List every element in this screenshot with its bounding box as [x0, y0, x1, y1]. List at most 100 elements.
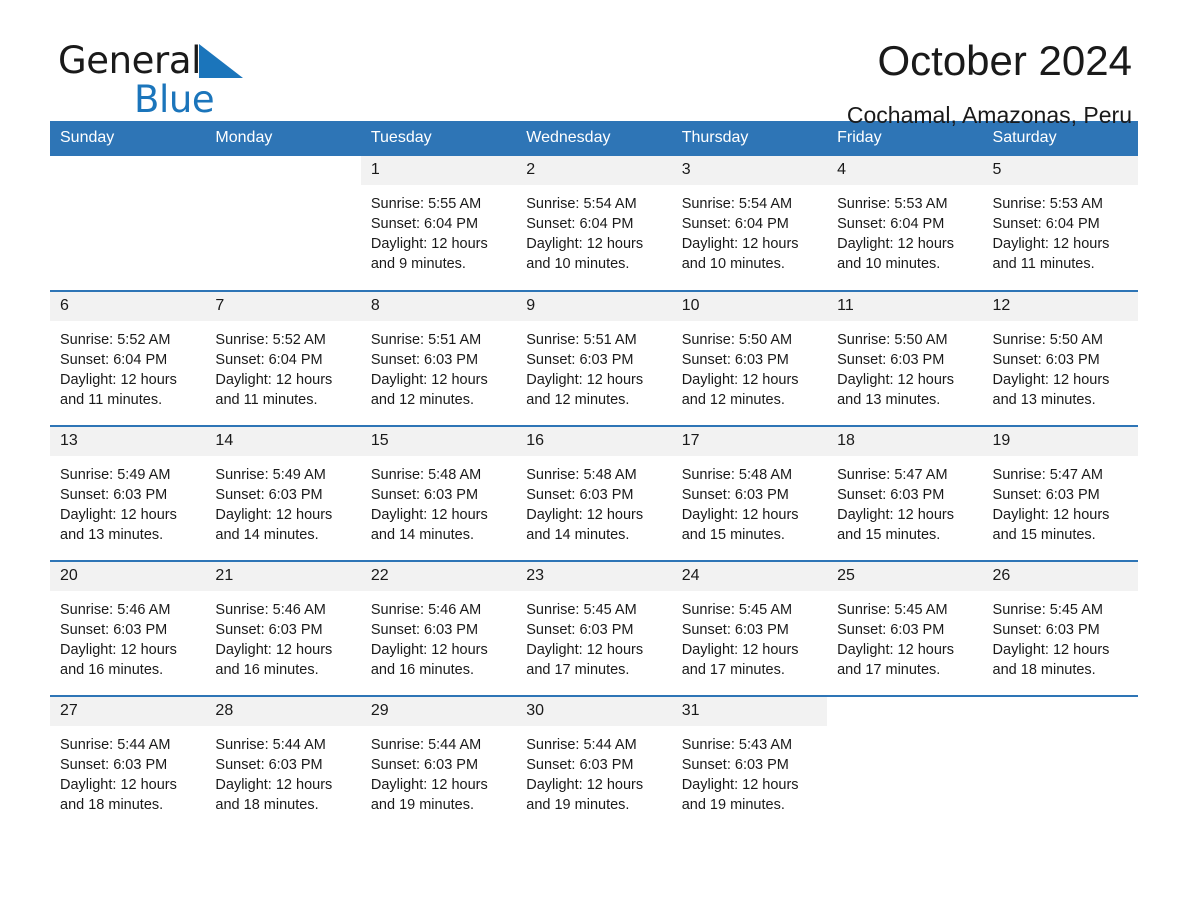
calendar-day-cell	[982, 695, 1138, 831]
calendar-day-cell[interactable]: 4 Sunrise: 5:53 AM Sunset: 6:04 PM Daylight…	[827, 156, 983, 291]
calendar-day-cell[interactable]: 7 Sunrise: 5:52 AM Sunset: 6:04 PM Daylight…	[205, 290, 361, 426]
weekday-header-thursday: Thursday	[671, 121, 828, 156]
calendar-day-cell[interactable]: 28 Sunrise: 5:44 AM Sunset: 6:03 PM Dayligh…	[205, 695, 361, 831]
calendar-day-cell[interactable]: 10 Sunrise: 5:50 AM Sunset: 6:03 PM Dayligh…	[671, 290, 828, 426]
calendar-day-cell[interactable]: 6 Sunrise: 5:52 AM Sunset: 6:04 PM Daylight…	[50, 290, 206, 426]
day-number	[50, 156, 205, 185]
daylight-text: Daylight: 12 hours	[837, 236, 954, 252]
daylight-text-cont: and 15 minutes.	[837, 527, 941, 543]
day-number	[205, 156, 360, 185]
sunrise-text: Sunrise: 5:50 AM	[837, 332, 948, 348]
calendar-day-cell[interactable]: 1 Sunrise: 5:55 AM Sunset: 6:04 PM Daylight…	[360, 156, 517, 291]
day-number: 4	[827, 156, 983, 185]
calendar-day-cell[interactable]: 21 Sunrise: 5:46 AM Sunset: 6:03 PM Dayligh…	[205, 560, 361, 696]
day-cell-content: 25 Sunrise: 5:45 AM Sunset: 6:03 PM Dayligh…	[827, 562, 983, 695]
brand-name-general: General	[58, 39, 244, 84]
sunset-text: Sunset: 6:03 PM	[681, 352, 789, 368]
day-cell-content: 29 Sunrise: 5:44 AM Sunset: 6:03 PM Dayligh…	[360, 697, 517, 831]
day-sun-info: Sunrise: 5:45 AM Sunset: 6:03 PM Daylight:…	[827, 591, 982, 680]
sunset-text: Sunset: 6:03 PM	[992, 352, 1100, 368]
day-cell-content: 23 Sunrise: 5:45 AM Sunset: 6:03 PM Dayligh…	[516, 562, 672, 695]
calendar-day-cell[interactable]: 5 Sunrise: 5:53 AM Sunset: 6:04 PM Daylight…	[982, 156, 1138, 291]
daylight-text: Daylight: 12 hours	[526, 372, 644, 388]
brand-general-text: General	[58, 39, 202, 82]
sunrise-text: Sunrise: 5:44 AM	[370, 737, 482, 753]
calendar-day-cell[interactable]: 17 Sunrise: 5:48 AM Sunset: 6:03 PM Dayligh…	[671, 425, 828, 561]
calendar-day-cell[interactable]: 23 Sunrise: 5:45 AM Sunset: 6:03 PM Dayligh…	[516, 560, 672, 696]
daylight-text: Daylight: 12 hours	[681, 777, 799, 793]
calendar-day-cell[interactable]: 16 Sunrise: 5:48 AM Sunset: 6:03 PM Dayligh…	[516, 425, 672, 561]
sunset-text: Sunset: 6:03 PM	[370, 757, 479, 773]
day-sun-info: Sunrise: 5:54 AM Sunset: 6:04 PM Daylight:…	[516, 185, 671, 274]
daylight-text: Daylight: 12 hours	[60, 642, 177, 658]
sunrise-text: Sunrise: 5:46 AM	[215, 602, 326, 618]
calendar-day-cell[interactable]: 2 Sunrise: 5:54 AM Sunset: 6:04 PM Daylight…	[516, 156, 672, 291]
calendar-day-cell[interactable]: 13 Sunrise: 5:49 AM Sunset: 6:03 PM Dayligh…	[50, 425, 206, 561]
day-sun-info: Sunrise: 5:45 AM Sunset: 6:03 PM Daylight:…	[983, 591, 1138, 680]
day-cell-content: 17 Sunrise: 5:48 AM Sunset: 6:03 PM Dayligh…	[671, 427, 828, 560]
sunset-text: Sunset: 6:03 PM	[526, 487, 634, 503]
calendar-day-cell	[50, 156, 205, 291]
day-cell-content: 8 Sunrise: 5:51 AM Sunset: 6:03 PM Daylight…	[360, 292, 517, 425]
sunset-text: Sunset: 6:03 PM	[60, 487, 168, 503]
sunrise-text: Sunrise: 5:43 AM	[681, 737, 793, 753]
day-cell-content: 16 Sunrise: 5:48 AM Sunset: 6:03 PM Dayligh…	[516, 427, 672, 560]
calendar-day-cell[interactable]: 11 Sunrise: 5:50 AM Sunset: 6:03 PM Dayligh…	[827, 290, 983, 426]
calendar-day-cell	[827, 695, 983, 831]
sunrise-text: Sunrise: 5:50 AM	[681, 332, 793, 348]
calendar-day-cell[interactable]: 31 Sunrise: 5:43 AM Sunset: 6:03 PM Dayligh…	[671, 695, 828, 831]
daylight-text-cont: and 11 minutes.	[992, 256, 1095, 272]
calendar-day-cell[interactable]: 18 Sunrise: 5:47 AM Sunset: 6:03 PM Dayligh…	[827, 425, 983, 561]
brand-logo[interactable]: General Blue	[58, 39, 244, 118]
day-number: 27	[50, 697, 206, 726]
calendar-day-cell[interactable]: 8 Sunrise: 5:51 AM Sunset: 6:03 PM Daylight…	[360, 290, 517, 426]
calendar-day-cell[interactable]: 20 Sunrise: 5:46 AM Sunset: 6:03 PM Dayligh…	[50, 560, 206, 696]
sunrise-text: Sunrise: 5:47 AM	[992, 467, 1103, 483]
calendar-day-cell[interactable]: 9 Sunrise: 5:51 AM Sunset: 6:03 PM Daylight…	[516, 290, 672, 426]
day-number: 13	[50, 427, 206, 456]
calendar-day-cell[interactable]: 14 Sunrise: 5:49 AM Sunset: 6:03 PM Dayligh…	[205, 425, 361, 561]
sunset-text: Sunset: 6:03 PM	[681, 622, 789, 638]
daylight-text-cont: and 16 minutes.	[215, 662, 319, 678]
calendar-day-cell[interactable]: 19 Sunrise: 5:47 AM Sunset: 6:03 PM Dayligh…	[982, 425, 1138, 561]
sunrise-text: Sunrise: 5:47 AM	[837, 467, 948, 483]
calendar-day-cell[interactable]: 15 Sunrise: 5:48 AM Sunset: 6:03 PM Dayligh…	[360, 425, 517, 561]
weekday-header-sunday: Sunday	[50, 121, 206, 156]
daylight-text-cont: and 14 minutes.	[370, 527, 475, 543]
daylight-text: Daylight: 12 hours	[526, 236, 644, 252]
day-sun-info: Sunrise: 5:54 AM Sunset: 6:04 PM Daylight:…	[672, 185, 827, 274]
day-cell-content: 3 Sunrise: 5:54 AM Sunset: 6:04 PM Daylight…	[671, 156, 828, 290]
daylight-text-cont: and 18 minutes.	[215, 797, 319, 813]
sunset-text: Sunset: 6:03 PM	[215, 622, 323, 638]
day-number: 22	[360, 562, 517, 591]
daylight-text-cont: and 11 minutes.	[60, 392, 163, 408]
day-cell-content: 7 Sunrise: 5:52 AM Sunset: 6:04 PM Daylight…	[205, 292, 361, 425]
calendar-table: Sunday Monday Tuesday Wednesday Thursday…	[50, 121, 1138, 831]
calendar-day-cell[interactable]: 29 Sunrise: 5:44 AM Sunset: 6:03 PM Dayligh…	[360, 695, 517, 831]
sunset-text: Sunset: 6:03 PM	[992, 622, 1100, 638]
sunset-text: Sunset: 6:04 PM	[526, 216, 634, 232]
calendar-week-row: 1 Sunrise: 5:55 AM Sunset: 6:04 PM Daylight…	[50, 156, 1138, 291]
sunset-text: Sunset: 6:03 PM	[681, 487, 789, 503]
day-sun-info: Sunrise: 5:43 AM Sunset: 6:03 PM Daylight:…	[672, 726, 827, 815]
day-cell-content: 20 Sunrise: 5:46 AM Sunset: 6:03 PM Dayligh…	[50, 562, 206, 695]
calendar-day-cell[interactable]: 24 Sunrise: 5:45 AM Sunset: 6:03 PM Dayligh…	[671, 560, 828, 696]
daylight-text-cont: and 12 minutes.	[370, 392, 475, 408]
calendar-day-cell[interactable]: 27 Sunrise: 5:44 AM Sunset: 6:03 PM Dayligh…	[50, 695, 206, 831]
calendar-day-cell[interactable]: 12 Sunrise: 5:50 AM Sunset: 6:03 PM Dayligh…	[982, 290, 1138, 426]
daylight-text-cont: and 19 minutes.	[526, 797, 630, 813]
day-cell-content: 11 Sunrise: 5:50 AM Sunset: 6:03 PM Dayligh…	[827, 292, 983, 425]
day-cell-content	[50, 156, 205, 290]
calendar-day-cell[interactable]: 30 Sunrise: 5:44 AM Sunset: 6:03 PM Dayligh…	[516, 695, 672, 831]
calendar-day-cell[interactable]: 3 Sunrise: 5:54 AM Sunset: 6:04 PM Daylight…	[671, 156, 828, 291]
calendar-day-cell[interactable]: 22 Sunrise: 5:46 AM Sunset: 6:03 PM Dayligh…	[360, 560, 517, 696]
daylight-text: Daylight: 12 hours	[992, 642, 1110, 658]
calendar-day-cell[interactable]: 26 Sunrise: 5:45 AM Sunset: 6:03 PM Dayligh…	[982, 560, 1138, 696]
calendar-day-cell[interactable]: 25 Sunrise: 5:45 AM Sunset: 6:03 PM Dayligh…	[827, 560, 983, 696]
sunset-text: Sunset: 6:04 PM	[215, 352, 323, 368]
sunset-text: Sunset: 6:03 PM	[681, 757, 789, 773]
daylight-text-cont: and 16 minutes.	[370, 662, 475, 678]
daylight-text-cont: and 16 minutes.	[60, 662, 164, 678]
day-number: 6	[50, 292, 206, 321]
day-number: 26	[982, 562, 1138, 591]
